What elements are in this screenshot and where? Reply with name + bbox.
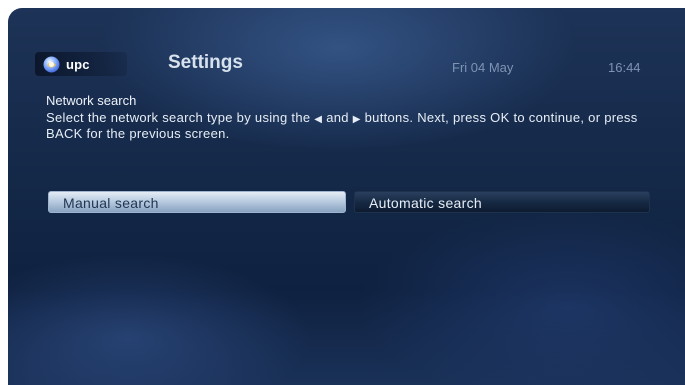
- section-title: Network search: [46, 93, 137, 108]
- automatic-search-option[interactable]: Automatic search: [354, 191, 650, 213]
- logo-text: upc: [66, 56, 90, 72]
- tv-settings-screen: upc Settings Fri 04 May 16:44 Network se…: [8, 8, 685, 385]
- page-title: Settings: [168, 52, 243, 73]
- time-display: 16:44: [608, 60, 641, 75]
- instructions-text: Select the network search type by using …: [46, 111, 656, 141]
- upc-swirl-icon: [43, 56, 60, 73]
- date-display: Fri 04 May: [452, 60, 514, 75]
- upc-logo: upc: [35, 52, 127, 76]
- triangle-right-icon: ▶: [352, 114, 361, 125]
- manual-search-option[interactable]: Manual search: [48, 191, 346, 213]
- instructions-part1: Select the network search type by using …: [46, 110, 315, 125]
- instructions-and: and: [322, 110, 353, 125]
- search-type-selector: Manual search Automatic search: [48, 191, 653, 213]
